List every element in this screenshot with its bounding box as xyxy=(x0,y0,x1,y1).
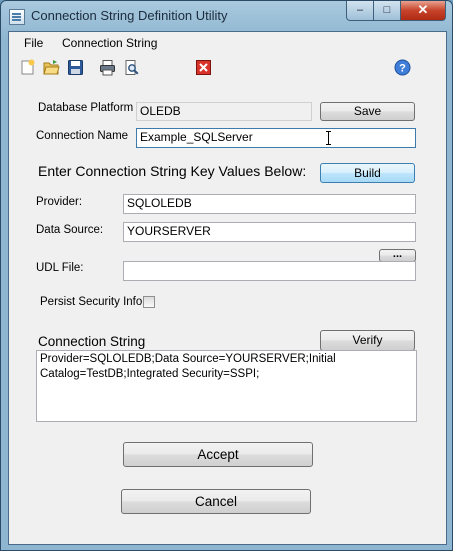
connection-string-textarea[interactable]: Provider=SQLOLEDB;Data Source=YOURSERVER… xyxy=(36,350,417,422)
print-icon[interactable] xyxy=(99,59,116,76)
cancel-button[interactable]: Cancel xyxy=(121,489,311,514)
window-title: Connection String Definition Utility xyxy=(31,8,228,23)
app-window: Connection String Definition Utility – □… xyxy=(0,0,453,551)
help-icon[interactable]: ? xyxy=(394,59,411,76)
app-icon[interactable] xyxy=(9,9,25,25)
verify-button[interactable]: Verify xyxy=(320,330,415,351)
key-values-heading: Enter Connection String Key Values Below… xyxy=(38,163,307,179)
database-platform-field[interactable]: OLEDB xyxy=(136,102,312,121)
title-bar[interactable]: Connection String Definition Utility – □… xyxy=(1,1,452,31)
data-source-input[interactable]: YOURSERVER xyxy=(123,222,416,242)
udl-file-label: UDL File: xyxy=(36,262,84,274)
menu-connection-string[interactable]: Connection String xyxy=(62,36,157,50)
minimize-button[interactable]: – xyxy=(346,1,374,21)
connection-name-label: Connection Name xyxy=(36,130,129,142)
data-source-label: Data Source: xyxy=(36,224,104,236)
persist-security-checkbox[interactable] xyxy=(143,296,155,308)
print-preview-icon[interactable] xyxy=(123,59,140,76)
new-icon[interactable] xyxy=(19,59,36,76)
client-area: File Connection String ? Database Platfo… xyxy=(8,31,447,545)
udl-file-input[interactable] xyxy=(123,261,416,281)
toolbar: ? xyxy=(9,55,446,81)
close-button[interactable]: ✕ xyxy=(400,1,446,21)
maximize-button[interactable]: □ xyxy=(373,1,401,21)
connection-name-input[interactable]: Example_SQLServer xyxy=(136,128,416,148)
provider-input[interactable]: SQLOLEDB xyxy=(123,194,416,214)
text-cursor-icon xyxy=(326,131,331,145)
open-icon[interactable] xyxy=(43,59,60,76)
exit-icon[interactable] xyxy=(195,59,212,76)
persist-security-label: Persist Security Info xyxy=(40,296,143,308)
accept-button[interactable]: Accept xyxy=(123,442,313,467)
database-platform-label: Database Platform xyxy=(38,102,134,114)
menu-bar: File Connection String xyxy=(9,32,446,52)
connection-string-heading: Connection String xyxy=(38,334,146,349)
save-icon[interactable] xyxy=(67,59,84,76)
build-button[interactable]: Build xyxy=(320,163,415,183)
menu-file[interactable]: File xyxy=(24,36,43,50)
provider-label: Provider: xyxy=(36,196,83,208)
save-button[interactable]: Save xyxy=(320,102,415,121)
svg-text:?: ? xyxy=(399,63,406,75)
